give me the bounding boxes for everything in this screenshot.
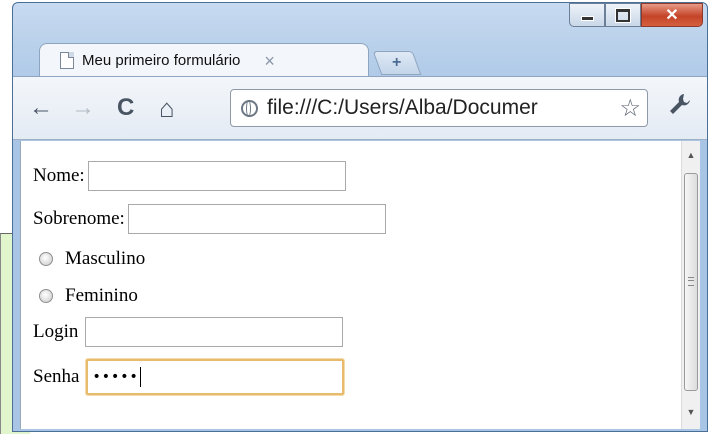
close-window-button[interactable]: ✕	[641, 3, 703, 27]
feminino-radio[interactable]	[39, 289, 53, 303]
wrench-svg	[670, 94, 690, 114]
new-tab-button[interactable]: +	[372, 51, 422, 75]
scrollbar-thumb[interactable]	[684, 173, 698, 391]
minimize-button[interactable]	[569, 3, 605, 27]
wrench-icon[interactable]	[667, 91, 693, 124]
masculino-radio[interactable]	[39, 252, 53, 266]
senha-row: Senha •••••	[33, 359, 345, 395]
minimize-icon	[580, 16, 594, 21]
reload-button[interactable]: C	[117, 93, 134, 123]
address-bar[interactable]: file:///C:/Users/Alba/Documer ☆	[230, 89, 648, 127]
tab-active[interactable]: Meu primeiro formulário ×	[39, 43, 369, 77]
scroll-down-arrow-icon[interactable]: ▼	[682, 403, 700, 421]
tab-close-button[interactable]: ×	[264, 52, 275, 70]
close-icon: ✕	[665, 7, 679, 24]
login-input[interactable]	[85, 317, 344, 347]
text-caret	[139, 367, 142, 387]
feminino-label: Feminino	[65, 285, 138, 306]
window-controls: ✕	[569, 3, 703, 29]
sobrenome-label: Sobrenome:	[33, 208, 125, 229]
senha-input[interactable]: •••••	[86, 359, 345, 395]
maximize-button[interactable]	[605, 3, 641, 27]
senha-value: •••••	[92, 369, 139, 385]
grip-icon	[688, 277, 694, 286]
url-text[interactable]: file:///C:/Users/Alba/Documer	[267, 96, 619, 120]
sobrenome-input[interactable]	[127, 204, 386, 234]
scroll-up-arrow-icon[interactable]: ▲	[682, 146, 700, 164]
home-button[interactable]: ⌂	[159, 93, 175, 123]
globe-icon	[241, 99, 258, 117]
nome-label: Nome:	[33, 165, 85, 186]
forward-button[interactable]: →	[71, 93, 95, 123]
login-label: Login	[33, 321, 79, 342]
star-icon[interactable]: ☆	[619, 94, 641, 123]
tab-title: Meu primeiro formulário	[82, 52, 241, 69]
plus-icon: +	[392, 54, 402, 71]
vertical-scrollbar[interactable]: ▲ ▼	[681, 141, 700, 429]
nome-input[interactable]	[87, 161, 346, 191]
page-icon	[60, 52, 74, 69]
senha-label: Senha	[33, 366, 80, 387]
page-content: Nome: Sobrenome: Masculino Feminino Logi…	[20, 141, 700, 429]
masculino-label: Masculino	[65, 248, 146, 269]
sobrenome-row: Sobrenome:	[33, 204, 386, 234]
back-button[interactable]: ←	[29, 93, 53, 123]
masculino-row: Masculino	[33, 248, 145, 270]
feminino-row: Feminino	[33, 285, 138, 307]
login-row: Login	[33, 317, 344, 347]
maximize-icon	[616, 8, 630, 22]
toolbar: ← → C ⌂ file:///C:/Users/Alba/Documer ☆	[13, 76, 707, 140]
browser-window: ✕ Meu primeiro formulário × + ← → C ⌂ fi…	[12, 2, 708, 432]
nome-row: Nome:	[33, 161, 346, 191]
